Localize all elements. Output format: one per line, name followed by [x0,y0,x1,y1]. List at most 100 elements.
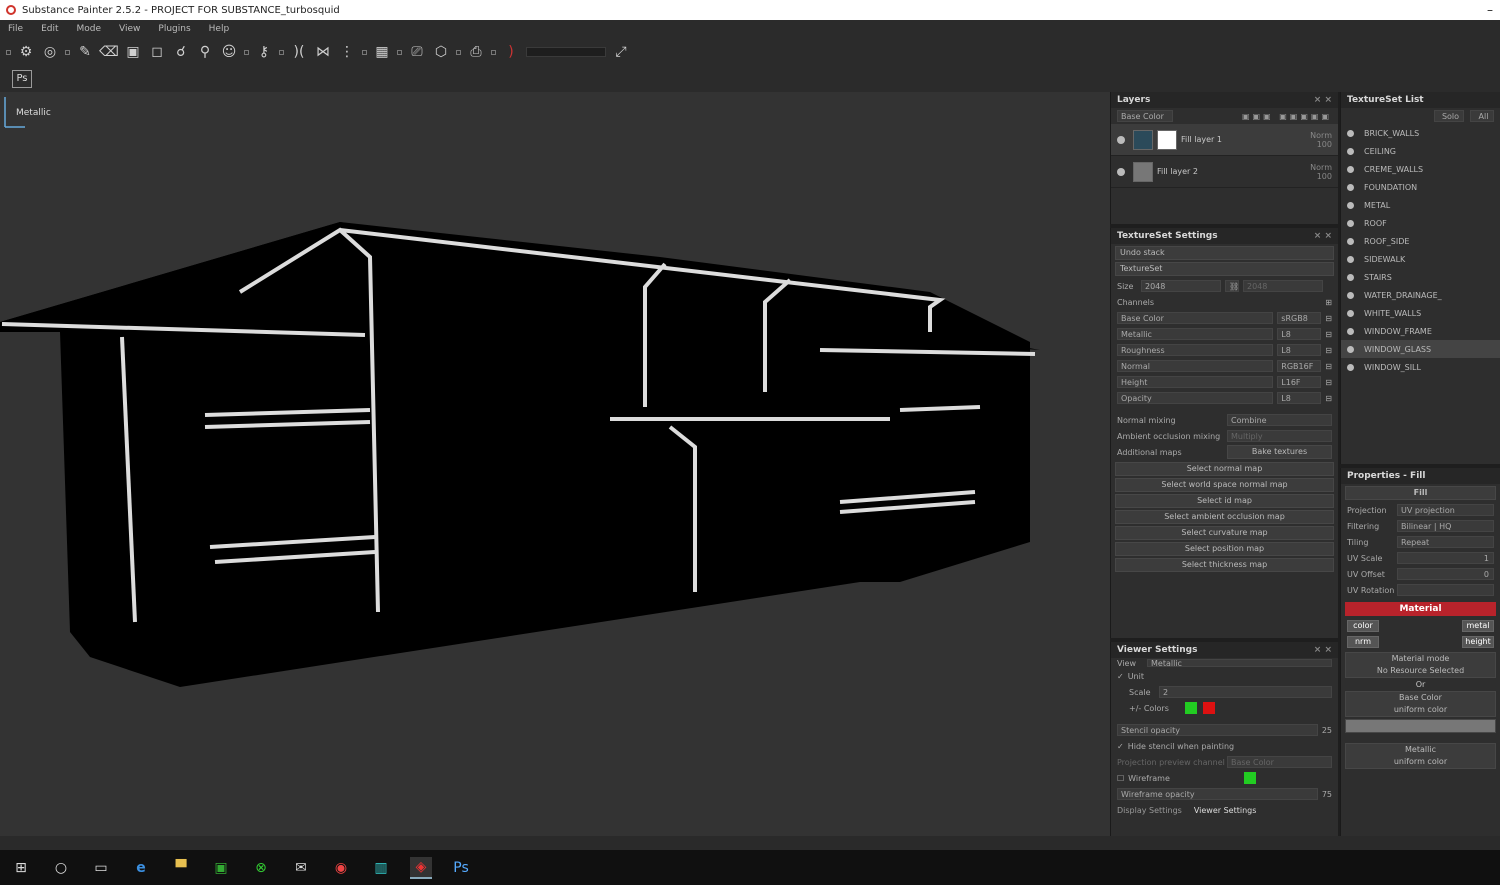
material-mode-box[interactable]: Material mode No Resource Selected [1345,652,1496,678]
photoshop-icon[interactable]: Ps [450,857,472,879]
eye-icon[interactable] [1347,147,1354,155]
settings-icon[interactable]: ⚙ [17,43,35,61]
symmetry-icon[interactable]: )( [290,43,308,61]
mat-color-button[interactable]: color [1347,620,1379,632]
textureset-button[interactable]: TextureSet [1115,262,1334,276]
unit-checkbox[interactable]: ✓ [1117,672,1124,681]
textureset-item[interactable]: CREME_WALLS [1341,160,1500,178]
wireframe-color-swatch[interactable] [1244,772,1257,784]
channel-format-select[interactable]: L8 [1277,328,1322,340]
pin-icon[interactable]: ⤢ [612,43,630,61]
metallic-box[interactable]: Metallic uniform color [1345,743,1496,769]
base-color-swatch[interactable] [1345,719,1496,733]
scale-slider[interactable]: 2 [1159,686,1332,698]
layer-row[interactable]: Fill layer 2 Norm 100 [1111,156,1338,188]
minimize-button[interactable]: – [1480,3,1500,17]
channel-format-select[interactable]: L8 [1277,392,1322,404]
textureset-item[interactable]: WATER_DRAINAGE_ [1341,286,1500,304]
eye-icon[interactable] [1347,345,1354,353]
wireframe-opacity-slider[interactable]: Wireframe opacity [1117,788,1318,800]
eye-icon[interactable] [1347,165,1354,173]
select-map-button[interactable]: Select thickness map [1115,558,1334,572]
eye-icon[interactable] [1347,327,1354,335]
render-slider[interactable] [526,47,606,57]
clone-icon[interactable]: ⚲ [196,43,214,61]
cube-icon[interactable]: ⬡ [432,43,450,61]
close-icon[interactable]: × × [1314,231,1332,241]
textureset-item[interactable]: METAL [1341,196,1500,214]
uv-rotation-slider[interactable] [1397,584,1494,596]
negative-color-swatch[interactable] [1203,702,1215,714]
select-map-button[interactable]: Select position map [1115,542,1334,556]
tiling-select[interactable]: Repeat [1397,536,1494,548]
select-map-button[interactable]: Select ambient occlusion map [1115,510,1334,524]
eye-icon[interactable] [1347,255,1354,263]
search-icon[interactable]: ○ [50,857,72,879]
eye-icon[interactable] [1117,135,1125,144]
select-map-button[interactable]: Select normal map [1115,462,1334,476]
3d-viewport[interactable]: Metallic [0,92,1110,836]
tab-viewer-settings[interactable]: Viewer Settings [1194,806,1257,815]
textureset-item[interactable]: BRICK_WALLS [1341,124,1500,142]
edge-icon[interactable]: e [130,857,152,879]
select-map-button[interactable]: Select curvature map [1115,526,1334,540]
menu-view[interactable]: View [119,24,140,34]
material-picker-icon[interactable]: ☺ [220,43,238,61]
eye-icon[interactable] [1347,219,1354,227]
textureset-item[interactable]: ROOF_SIDE [1341,232,1500,250]
eye-icon[interactable] [1347,183,1354,191]
polygon-fill-icon[interactable]: ◻ [148,43,166,61]
store-icon[interactable]: ▣ [210,857,232,879]
hide-stencil-checkbox[interactable]: ✓ [1117,742,1124,751]
projection-preview-select[interactable]: Base Color [1227,756,1332,768]
uv-scale-field[interactable]: 1 [1397,552,1494,564]
symmetry-x-icon[interactable]: ⋈ [314,43,332,61]
textureset-item[interactable]: STAIRS [1341,268,1500,286]
mail-icon[interactable]: ✉ [290,857,312,879]
eye-icon[interactable] [1347,363,1354,371]
chrome-icon[interactable]: ◉ [330,857,352,879]
wireframe-checkbox[interactable]: ☐ [1117,774,1124,783]
eyedropper-icon[interactable]: ⚷ [255,43,273,61]
textureset-item[interactable]: WINDOW_GLASS [1341,340,1500,358]
eye-icon[interactable] [1347,129,1354,137]
bake-textures-button[interactable]: Bake textures [1227,445,1332,459]
eraser-icon[interactable]: ⌫ [99,43,119,61]
remove-channel-icon[interactable]: ⊟ [1325,330,1332,339]
textureset-item[interactable]: ROOF [1341,214,1500,232]
channel-format-select[interactable]: sRGB8 [1277,312,1322,324]
layer-row[interactable]: Fill layer 1 Norm 100 [1111,124,1338,156]
channel-format-select[interactable]: L16F [1277,376,1322,388]
mat-metal-button[interactable]: metal [1462,620,1494,632]
remove-channel-icon[interactable]: ⊟ [1325,346,1332,355]
paint-brush-icon[interactable]: ✎ [76,43,94,61]
textureset-item[interactable]: WINDOW_FRAME [1341,322,1500,340]
select-map-button[interactable]: Select world space normal map [1115,478,1334,492]
remove-channel-icon[interactable]: ⊟ [1325,378,1332,387]
substance-designer-icon[interactable]: ▥ [370,857,392,879]
uv-offset-field[interactable]: 0 [1397,568,1494,580]
eye-icon[interactable] [1347,291,1354,299]
add-channel-icon[interactable]: ⊞ [1325,298,1332,307]
channel-select[interactable]: Base Color [1117,110,1173,122]
stencil-opacity-slider[interactable]: Stencil opacity [1117,724,1318,736]
channel-format-select[interactable]: L8 [1277,344,1322,356]
all-button[interactable]: All [1470,110,1494,122]
link-icon[interactable]: ⛓ [1225,280,1239,292]
menu-file[interactable]: File [8,24,23,34]
mat-nrm-button[interactable]: nrm [1347,636,1379,648]
positive-color-swatch[interactable] [1185,702,1197,714]
fill-section-header[interactable]: Fill [1345,486,1496,500]
camera-mode-icon[interactable]: ⎚ [408,43,426,61]
solo-button[interactable]: Solo [1434,110,1464,122]
textureset-item[interactable]: WINDOW_SILL [1341,358,1500,376]
camera-icon[interactable]: ⎙ [467,43,485,61]
eye-icon[interactable] [1347,273,1354,281]
size-select[interactable]: 2048 [1141,280,1221,292]
mat-height-button[interactable]: height [1462,636,1494,648]
windows-start-icon[interactable]: ⊞ [10,857,32,879]
layer-action-icons[interactable]: ▣▣▣ ▣▣▣▣▣ [1242,112,1332,121]
menu-plugins[interactable]: Plugins [158,24,190,34]
base-color-box[interactable]: Base Color uniform color [1345,691,1496,717]
menu-edit[interactable]: Edit [41,24,58,34]
